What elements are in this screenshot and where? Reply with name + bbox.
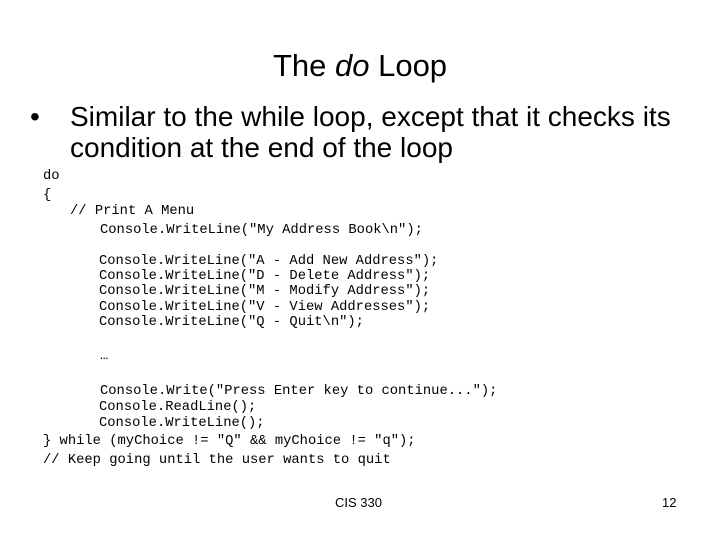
code-line: Console.Write("Press Enter key to contin… <box>100 384 498 399</box>
code-line: // Print A Menu <box>70 204 195 219</box>
code-line: Console.ReadLine(); <box>99 400 257 415</box>
code-line: Console.WriteLine("M - Modify Address"); <box>99 284 431 299</box>
bullet-text: Similar to the while loop, except that i… <box>70 101 671 163</box>
title-prefix: The <box>272 48 335 83</box>
title-emphasis: do <box>334 48 370 83</box>
title-suffix: Loop <box>369 48 448 83</box>
footer-course: CIS 330 <box>335 495 382 510</box>
code-line: Console.WriteLine("D - Delete Address"); <box>99 269 431 284</box>
bullet-icon: • <box>30 101 40 132</box>
slide-title: The do Loop <box>0 48 720 84</box>
code-line: Console.WriteLine("My Address Book\n"); <box>100 223 423 238</box>
code-ellipsis: … <box>100 349 109 364</box>
code-line: Console.WriteLine("A - Add New Address")… <box>99 254 439 269</box>
code-line: } while (myChoice != "Q" && myChoice != … <box>43 434 416 449</box>
page-number: 12 <box>662 495 677 510</box>
code-line: Console.WriteLine("V - View Addresses"); <box>99 300 431 315</box>
code-line: { <box>43 188 52 203</box>
code-line: do <box>43 169 60 184</box>
code-line: Console.WriteLine(); <box>99 416 265 431</box>
code-line: // Keep going until the user wants to qu… <box>43 453 391 468</box>
code-line: Console.WriteLine("Q - Quit\n"); <box>99 315 364 330</box>
